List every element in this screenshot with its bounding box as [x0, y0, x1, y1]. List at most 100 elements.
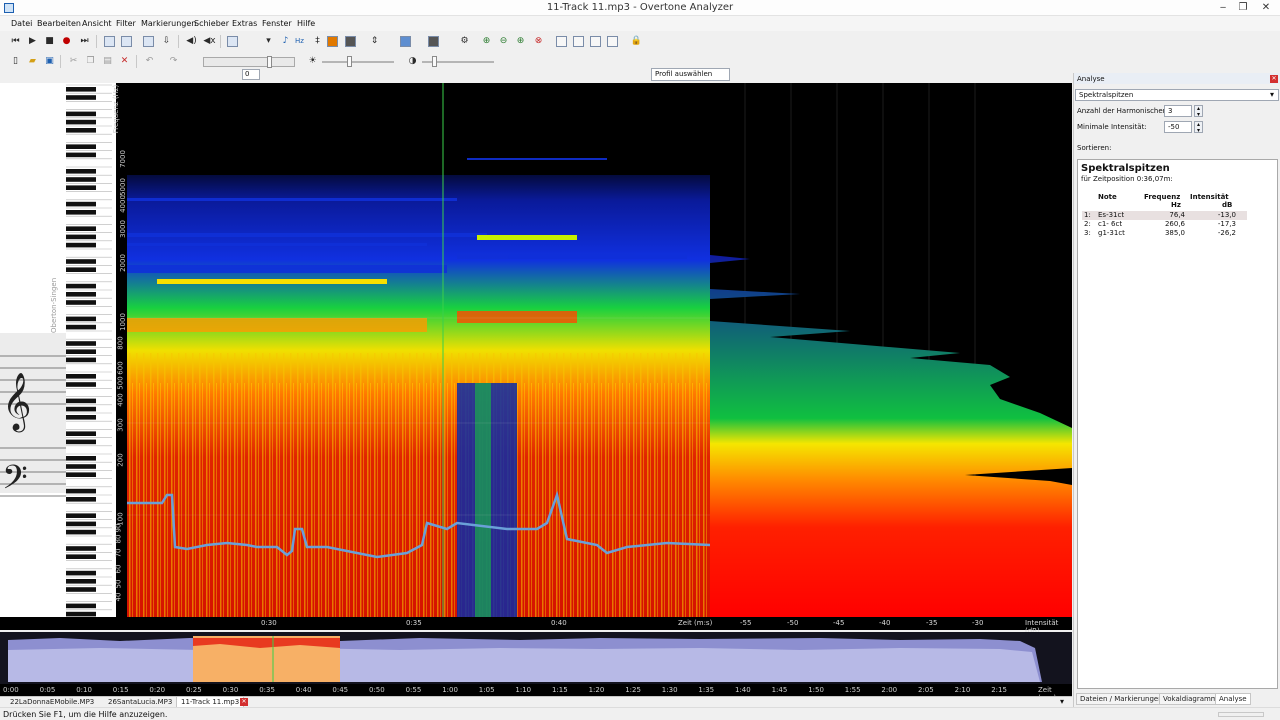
black-key[interactable] — [66, 431, 96, 436]
tab-vowel-diagram[interactable]: Vokaldiagramm — [1159, 693, 1222, 705]
black-key[interactable] — [66, 300, 96, 305]
black-key[interactable] — [66, 603, 96, 609]
lock-icon[interactable]: 🔒 — [630, 35, 643, 48]
zoom-reset-icon[interactable]: ⊗ — [532, 35, 545, 48]
close-tab-icon[interactable]: ✕ — [240, 698, 248, 706]
min-intensity-input[interactable]: -50 — [1164, 121, 1192, 133]
zoom-in-icon[interactable]: ⊕ — [480, 35, 493, 48]
spectrogram-area[interactable]: 𝄞 𝄢 Oberton-Singen Frequenz (Hz) 7000 50… — [0, 83, 1072, 618]
black-key[interactable] — [66, 570, 96, 576]
menu-hilfe[interactable]: Hilfe — [297, 19, 315, 28]
black-key[interactable] — [66, 456, 96, 461]
delete-icon[interactable]: ✕ — [118, 55, 131, 68]
log-scale-icon[interactable] — [121, 36, 132, 47]
pitch-marker-icon[interactable]: ‡ — [311, 35, 324, 48]
menu-bearbeiten[interactable]: Bearbeiten — [37, 19, 81, 28]
black-key[interactable] — [66, 529, 96, 535]
redo-icon[interactable]: ↷ — [167, 55, 180, 68]
menu-extras[interactable]: Extras — [232, 19, 257, 28]
black-key[interactable] — [66, 144, 96, 149]
black-key[interactable] — [66, 349, 96, 354]
close-panel-icon[interactable]: ✕ — [1270, 75, 1278, 83]
position-slider[interactable] — [203, 57, 295, 67]
snapshot-icon[interactable] — [607, 36, 618, 47]
fullscreen-icon[interactable] — [590, 36, 601, 47]
black-key[interactable] — [66, 210, 96, 215]
black-key[interactable] — [66, 579, 96, 584]
black-key[interactable] — [66, 587, 96, 592]
minimize-button[interactable]: ‒ — [1215, 1, 1231, 14]
copy-icon[interactable]: ❐ — [84, 55, 97, 68]
black-key[interactable] — [66, 185, 96, 190]
open-folder-icon[interactable]: ▰ — [26, 55, 39, 68]
zoom-fit-icon[interactable]: ⊕ — [514, 35, 527, 48]
result-row[interactable]: 1: Es-31ct 76,4 -13,0 — [1082, 211, 1247, 220]
record-icon[interactable]: ● — [60, 35, 73, 48]
waveform-overview[interactable] — [0, 632, 1072, 684]
min-intensity-spinner[interactable]: ▴ ▾ — [1194, 121, 1203, 134]
new-file-icon[interactable]: ▯ — [9, 55, 22, 68]
black-key[interactable] — [66, 611, 96, 617]
contrast-icon[interactable]: ◑ — [406, 55, 419, 68]
menu-ansicht[interactable]: Ansicht — [82, 19, 112, 28]
black-key[interactable] — [66, 152, 96, 158]
black-key[interactable] — [66, 283, 96, 289]
black-key[interactable] — [66, 415, 96, 420]
spectrogram-image[interactable] — [127, 83, 711, 618]
menu-schieber[interactable]: Schieber — [194, 19, 229, 28]
analysis-mode-select[interactable]: Spektralspitzen ▾ — [1075, 89, 1279, 101]
linear-scale-icon[interactable] — [104, 36, 115, 47]
color-map-icon[interactable] — [327, 36, 338, 47]
black-key[interactable] — [66, 316, 96, 322]
skip-forward-icon[interactable]: ⏭ — [78, 35, 91, 48]
tab-menu-chevron-icon[interactable]: ▾ — [1060, 697, 1064, 706]
intensity-spectrum[interactable] — [710, 83, 1072, 618]
black-key[interactable] — [66, 488, 96, 494]
result-row[interactable]: 3: g1-31ct 385,0 -26,2 — [1082, 229, 1247, 238]
harmonics-input[interactable]: 3 — [1164, 105, 1192, 117]
maximize-button[interactable]: ❐ — [1235, 1, 1251, 14]
grayscale-icon[interactable] — [345, 36, 356, 47]
display-icon[interactable] — [428, 36, 439, 47]
save-icon[interactable]: ▣ — [43, 55, 56, 68]
paste-icon[interactable]: ▤ — [101, 55, 114, 68]
brightness-icon[interactable]: ☀ — [306, 55, 319, 68]
stop-icon[interactable]: ■ — [43, 35, 56, 48]
menu-fenster[interactable]: Fenster — [262, 19, 292, 28]
black-key[interactable] — [66, 513, 96, 518]
note-icon[interactable]: ♪ — [279, 35, 292, 48]
black-key[interactable] — [66, 374, 96, 379]
brightness-slider-thumb[interactable] — [347, 56, 352, 67]
black-key[interactable] — [66, 464, 96, 469]
black-key[interactable] — [66, 382, 96, 387]
menu-datei[interactable]: Datei — [11, 19, 32, 28]
black-key[interactable] — [66, 497, 96, 502]
tab-analysis[interactable]: Analyse — [1215, 693, 1251, 705]
menu-markierungen[interactable]: Markierungen — [141, 19, 196, 28]
black-key[interactable] — [66, 234, 96, 240]
black-key[interactable] — [66, 398, 96, 404]
chevron-down-icon[interactable]: ▾ — [262, 35, 275, 48]
black-key[interactable] — [66, 119, 96, 125]
black-key[interactable] — [66, 324, 96, 330]
tab-files-markers[interactable]: Dateien / Markierungen — [1076, 693, 1167, 705]
split-view-icon[interactable] — [556, 36, 567, 47]
zoom-out-icon[interactable]: ⊖ — [497, 35, 510, 48]
play-icon[interactable]: ▶ — [26, 35, 39, 48]
black-key[interactable] — [66, 242, 96, 248]
hz-toggle[interactable]: Hz — [293, 35, 306, 48]
black-key[interactable] — [66, 357, 96, 363]
black-key[interactable] — [66, 406, 96, 412]
black-key[interactable] — [66, 267, 96, 272]
black-key[interactable] — [66, 201, 96, 207]
black-key[interactable] — [66, 292, 96, 297]
close-window-button[interactable]: ✕ — [1258, 1, 1274, 14]
black-key[interactable] — [66, 472, 96, 477]
layout-icon[interactable] — [400, 36, 411, 47]
black-key[interactable] — [66, 226, 96, 231]
undo-icon[interactable]: ↶ — [143, 55, 156, 68]
black-key[interactable] — [66, 439, 96, 445]
black-key[interactable] — [66, 128, 96, 133]
black-key[interactable] — [66, 95, 96, 100]
scroll-mode-icon[interactable]: ⇩ — [160, 35, 173, 48]
